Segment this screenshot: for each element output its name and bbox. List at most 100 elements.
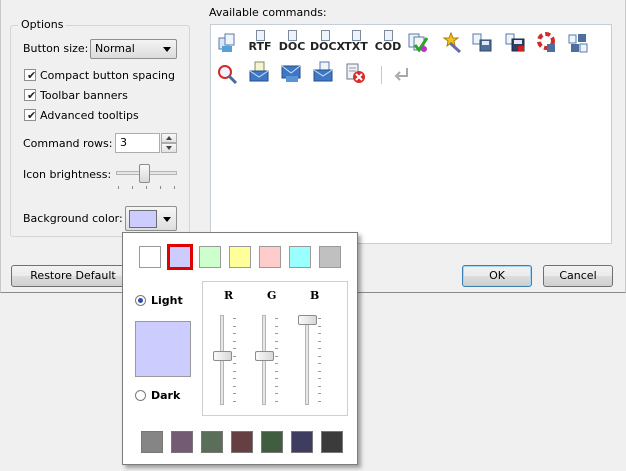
spin-down-button[interactable]	[161, 143, 177, 153]
slider-tick	[318, 370, 321, 372]
dark-radio[interactable]	[135, 390, 146, 401]
slider-tick	[233, 393, 236, 394]
compact-spacing-label: Compact button spacing	[40, 69, 175, 82]
copy-clipboard-icon[interactable]	[216, 32, 238, 54]
color-swatch-gray[interactable]	[319, 246, 341, 268]
toolbar-banners-checkbox[interactable]: ✔	[24, 89, 37, 102]
command-rows-input[interactable]: 3	[115, 133, 160, 153]
slider-tick	[275, 363, 278, 364]
dark-swatch-forest[interactable]	[261, 431, 283, 453]
check-docs-icon[interactable]	[407, 32, 429, 54]
color-swatch-white[interactable]	[139, 246, 161, 268]
icon-brightness-thumb[interactable]	[138, 164, 150, 183]
slider-tick	[318, 333, 321, 334]
slider-tick	[118, 186, 119, 189]
network-save-icon[interactable]	[567, 32, 589, 54]
slider-tick	[233, 333, 236, 334]
color-swatch-yellow[interactable]	[229, 246, 251, 268]
advanced-tooltips-checkbox[interactable]: ✔	[24, 109, 36, 122]
color-swatch-cyan[interactable]	[289, 246, 311, 268]
slider-tick	[275, 340, 278, 342]
slider-tick	[275, 400, 278, 402]
red-slider-thumb[interactable]	[213, 351, 232, 361]
slider-tick	[233, 370, 236, 372]
dark-swatch-green[interactable]	[201, 431, 223, 453]
slider-tick	[233, 363, 236, 364]
background-color-label: Background color:	[23, 212, 123, 225]
restore-default-button[interactable]: Restore Default	[11, 265, 135, 287]
dark-label: Dark	[151, 389, 181, 402]
slider-tick	[233, 318, 236, 319]
slider-tick	[174, 186, 175, 189]
slider-tick	[318, 325, 321, 327]
advanced-tooltips-label: Advanced tooltips	[40, 109, 139, 122]
color-swatch-mint[interactable]	[199, 246, 221, 268]
save-icon[interactable]	[504, 32, 526, 54]
cancel-button[interactable]: Cancel	[543, 265, 613, 287]
find-icon[interactable]	[216, 63, 238, 85]
light-radio[interactable]	[135, 295, 146, 306]
slider-tick	[233, 325, 236, 327]
slider-tick	[233, 385, 236, 387]
slider-tick	[318, 400, 321, 402]
slider-tick	[233, 355, 236, 357]
icon-brightness-label: Icon brightness:	[23, 168, 112, 181]
slider-tick	[318, 340, 321, 342]
email-doc-icon[interactable]	[248, 61, 270, 83]
color-swatch-pink[interactable]	[259, 246, 281, 268]
slider-tick	[275, 325, 278, 327]
slider-tick	[318, 363, 321, 364]
slider-tick	[233, 340, 236, 342]
toolbar-banners-label: Toolbar banners	[40, 89, 128, 102]
email-icon[interactable]	[280, 62, 302, 84]
dark-swatch-maroon[interactable]	[231, 431, 253, 453]
background-color-button[interactable]	[125, 206, 177, 231]
slider-tick	[318, 378, 321, 379]
slider-tick	[160, 186, 161, 189]
arrow-up-icon	[166, 136, 172, 140]
button-size-select[interactable]: Normal	[90, 39, 177, 59]
txt-export-icon[interactable]: TXT	[344, 30, 368, 53]
slider-tick	[318, 348, 321, 349]
save-all-icon[interactable]	[471, 32, 493, 54]
available-commands-list[interactable]	[210, 24, 612, 244]
dark-swatch-gray[interactable]	[141, 431, 163, 453]
dark-swatch-plum[interactable]	[171, 431, 193, 453]
chevron-down-icon	[163, 217, 171, 222]
slider-tick	[318, 318, 321, 319]
chevron-down-icon	[163, 47, 171, 52]
slider-tick	[275, 318, 278, 319]
delete-doc-icon[interactable]	[344, 62, 366, 84]
slider-tick	[275, 355, 278, 357]
blue-slider-track[interactable]	[305, 315, 309, 405]
color-swatch-lavender[interactable]	[167, 244, 193, 270]
blue-slider-thumb[interactable]	[298, 315, 317, 325]
cod-export-icon[interactable]: COD	[375, 30, 401, 53]
checkmark-icon: ✔	[27, 89, 37, 102]
red-channel-label: R	[224, 289, 234, 302]
email-all-icon[interactable]	[312, 61, 334, 83]
compact-spacing-checkbox[interactable]: ✔	[24, 69, 36, 82]
docx-export-icon[interactable]: DOCX	[310, 30, 345, 53]
help-icon[interactable]	[535, 31, 557, 53]
slider-tick	[318, 385, 321, 387]
green-slider-thumb[interactable]	[255, 351, 274, 361]
ok-button[interactable]: OK	[462, 265, 532, 287]
spin-up-button[interactable]	[161, 133, 177, 143]
dark-swatch-charcoal[interactable]	[321, 431, 343, 453]
return-icon[interactable]	[392, 64, 414, 86]
doc-export-icon[interactable]: DOC	[279, 30, 305, 53]
slider-tick	[146, 186, 147, 189]
slider-tick	[275, 370, 278, 372]
slider-tick	[275, 385, 278, 387]
command-rows-label: Command rows:	[23, 137, 113, 150]
slider-tick	[275, 393, 278, 394]
rtf-export-icon[interactable]: RTF	[249, 30, 272, 53]
slider-tick	[233, 400, 236, 402]
arrow-down-icon	[166, 146, 172, 150]
dark-swatch-navy[interactable]	[291, 431, 313, 453]
magic-wand-icon[interactable]	[440, 31, 462, 54]
slider-tick	[318, 355, 321, 357]
slider-tick	[233, 378, 236, 379]
radio-dot	[138, 298, 143, 303]
